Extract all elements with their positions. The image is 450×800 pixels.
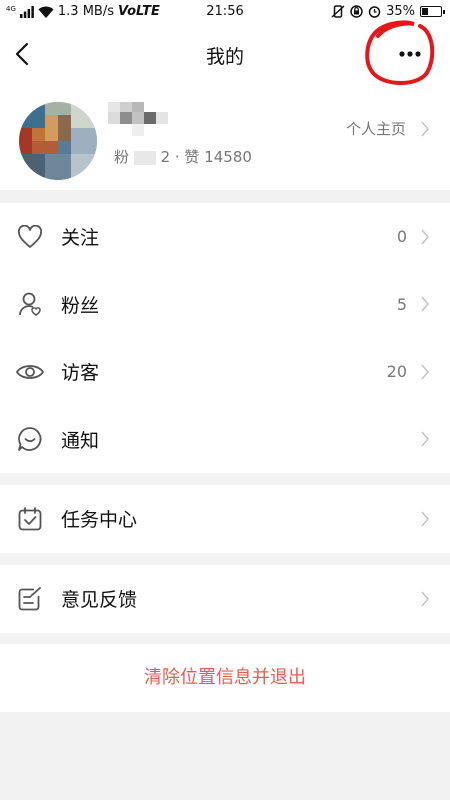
- stats-prefix: 粉: [114, 148, 130, 166]
- homepage-link[interactable]: 个人主页: [346, 118, 430, 139]
- profile-stats: 粉 2 · 赞 14580: [114, 146, 252, 167]
- homepage-label: 个人主页: [345, 120, 406, 138]
- menu-group-feedback: 意见反馈: [0, 565, 450, 633]
- menu-row-task-center[interactable]: 任务中心: [0, 485, 450, 553]
- menu-label: 任务中心: [61, 509, 138, 532]
- menu-label: 通知: [61, 429, 100, 452]
- chevron-right-icon: [421, 431, 430, 447]
- menu-count: 0: [396, 227, 407, 247]
- menu-label: 访客: [61, 362, 100, 385]
- stats-mid: 2 · 赞: [160, 148, 200, 166]
- heart-icon: [16, 223, 44, 251]
- menu-group-tasks: 任务中心: [0, 485, 450, 553]
- avatar[interactable]: [19, 102, 97, 180]
- follower-icon: [16, 290, 44, 318]
- menu-group-social: 关注 0 粉丝 5 访客 20 通知: [0, 203, 450, 473]
- message-icon: [16, 425, 44, 453]
- menu-row-follow[interactable]: 关注 0: [0, 203, 450, 271]
- chevron-right-icon: [421, 591, 430, 607]
- menu-row-visitors[interactable]: 访客 20: [0, 338, 450, 406]
- feedback-icon: [16, 585, 44, 613]
- battery-percent: 35%: [386, 4, 415, 19]
- task-icon: [16, 505, 44, 533]
- battery-icon: [420, 6, 445, 17]
- pixelated-count: [133, 150, 156, 165]
- vibrate-off-icon: [331, 5, 345, 18]
- status-right: 35%: [331, 4, 445, 19]
- menu-label: 意见反馈: [61, 589, 138, 612]
- chevron-right-icon: [421, 296, 430, 312]
- menu-label: 关注: [61, 227, 100, 250]
- chevron-right-icon: [421, 120, 430, 137]
- battery-fill: [422, 8, 429, 15]
- chevron-right-icon: [421, 364, 430, 380]
- clear-location-logout-button[interactable]: 清除位置信息并退出: [0, 644, 450, 712]
- chevron-right-icon: [421, 511, 430, 527]
- rotation-lock-icon: [350, 5, 363, 18]
- profile-card[interactable]: 粉 2 · 赞 14580 个人主页: [0, 88, 450, 190]
- menu-label: 粉丝: [61, 294, 100, 317]
- eye-icon: [16, 358, 44, 386]
- annotation-circle: [365, 20, 435, 85]
- chevron-right-icon: [421, 229, 430, 245]
- menu-count: 20: [386, 362, 407, 382]
- likes-count: 14580: [204, 148, 252, 166]
- menu-row-followers[interactable]: 粉丝 5: [0, 271, 450, 339]
- menu-row-feedback[interactable]: 意见反馈: [0, 565, 450, 633]
- username-pixelated: [108, 102, 168, 136]
- menu-row-notifications[interactable]: 通知: [0, 406, 450, 474]
- alarm-icon: [368, 6, 381, 18]
- menu-count: 5: [396, 294, 407, 314]
